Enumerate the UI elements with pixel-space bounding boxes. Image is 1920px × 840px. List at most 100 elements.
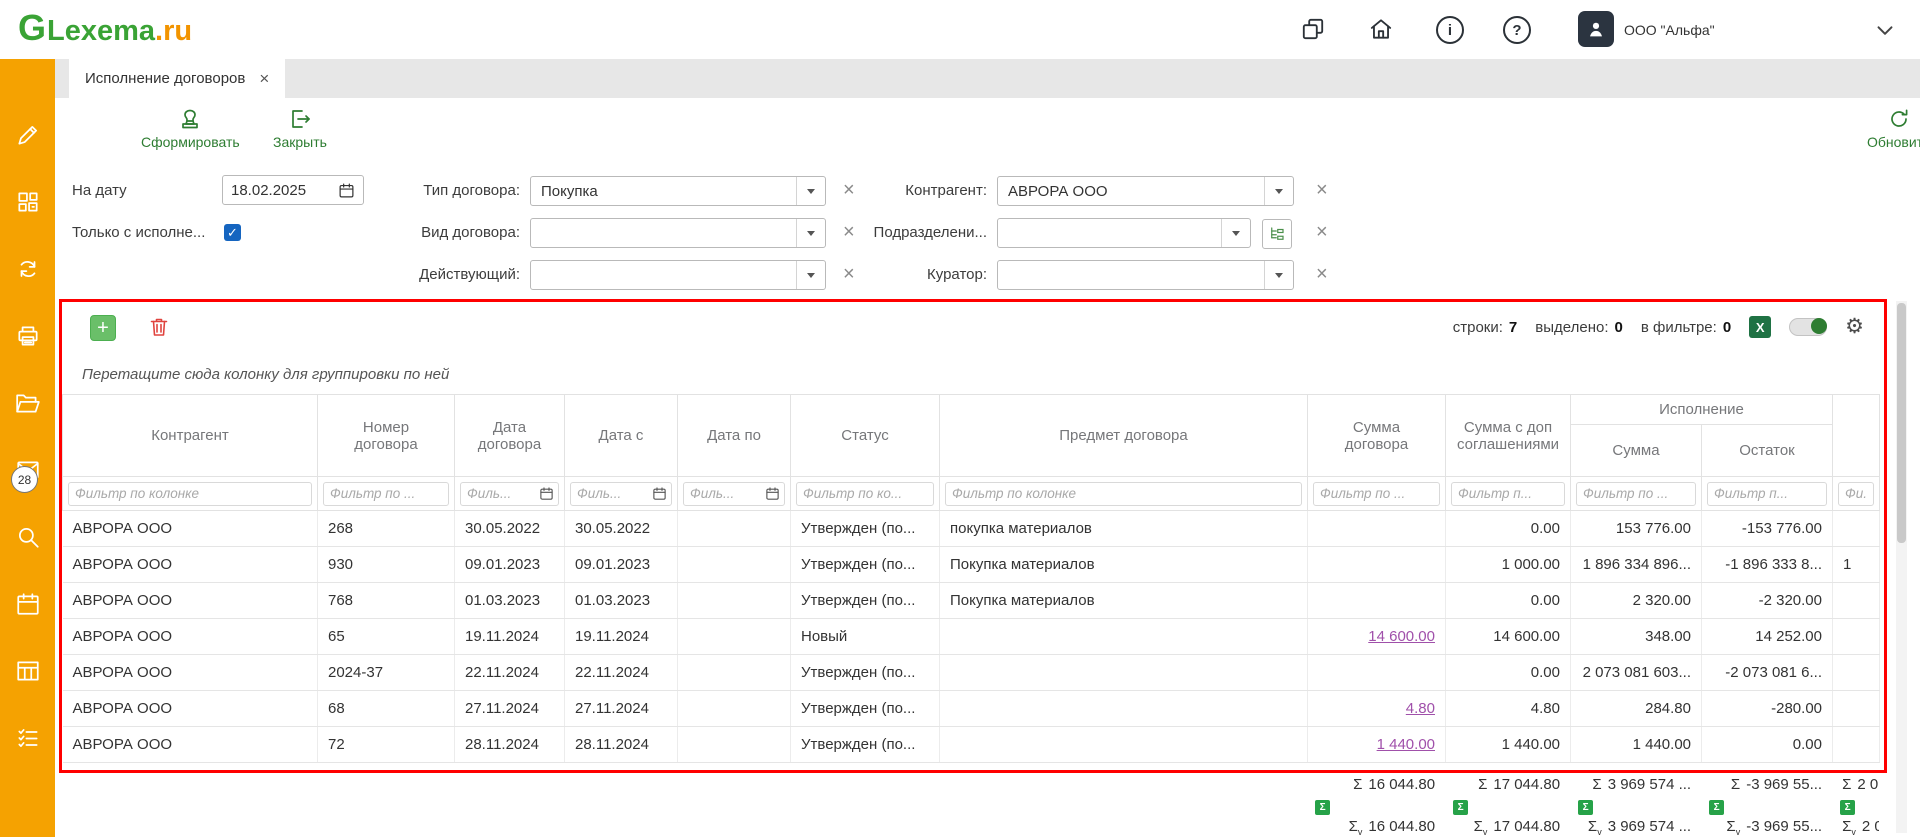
calendar-icon[interactable] (15, 591, 41, 617)
home-icon[interactable] (1368, 16, 1394, 42)
on-date-input[interactable]: 18.02.2025 (222, 175, 364, 205)
cell-amount-link[interactable] (1308, 655, 1446, 691)
modules-icon[interactable] (15, 189, 41, 215)
cell-amount-link[interactable] (1308, 511, 1446, 547)
counterparty-select[interactable]: АВРОРА ООО (997, 176, 1294, 206)
col-header-date-to[interactable]: Дата по (678, 395, 791, 477)
table-row[interactable]: АВРОРА ООО 268 30.05.2022 30.05.2022 Утв… (63, 511, 1880, 547)
filter-input-amount[interactable] (1313, 482, 1440, 506)
generate-button[interactable]: Сформировать (141, 107, 240, 150)
clear-active-button[interactable]: × (843, 259, 855, 289)
filter-input-exec-rest[interactable] (1707, 482, 1827, 506)
tab-contract-execution[interactable]: Исполнение договоров × (69, 59, 285, 98)
folder-icon[interactable] (15, 390, 41, 416)
scrollbar-thumb[interactable] (1897, 303, 1906, 543)
toggle-knob (1811, 318, 1827, 334)
sigma-badge-icon[interactable]: Σ (1840, 800, 1855, 815)
col-header-date-from[interactable]: Дата с (565, 395, 678, 477)
grid-toggle[interactable] (1789, 318, 1827, 336)
cell-amount-link[interactable] (1308, 583, 1446, 619)
col-header-date[interactable]: Дата договора (455, 395, 565, 477)
excel-export-button[interactable]: X (1749, 316, 1771, 338)
filter-input-subject[interactable] (945, 482, 1302, 506)
table-row[interactable]: АВРОРА ООО 68 27.11.2024 27.11.2024 Утве… (63, 691, 1880, 727)
print-icon[interactable] (15, 323, 41, 349)
cell-date: 28.11.2024 (455, 727, 565, 763)
clear-curator-button[interactable]: × (1316, 259, 1328, 289)
table-row[interactable]: АВРОРА ООО 65 19.11.2024 19.11.2024 Новы… (63, 619, 1880, 655)
hierarchy-icon[interactable] (1262, 219, 1292, 249)
sigma-badge-icon[interactable]: Σ (1578, 800, 1593, 815)
company-name[interactable]: ООО "Альфа" (1624, 0, 1715, 59)
table-row[interactable]: АВРОРА ООО 72 28.11.2024 28.11.2024 Утве… (63, 727, 1880, 763)
division-select[interactable] (997, 218, 1251, 248)
clear-counterparty-button[interactable]: × (1316, 175, 1328, 205)
col-header-status[interactable]: Статус (791, 395, 940, 477)
cell-amount-link[interactable]: 1 440.00 (1308, 727, 1446, 763)
totals-panel: Σ16 044.80 Σ17 044.80 Σ3 969 574 ... Σ-3… (62, 772, 1882, 840)
chevron-down-icon[interactable] (1872, 17, 1898, 43)
sigma-badge-icon[interactable]: Σ (1453, 800, 1468, 815)
only-execution-checkbox[interactable]: ✓ (224, 224, 241, 241)
col-header-exec-amount[interactable]: Сумма (1571, 425, 1702, 477)
col-header-exec-rest[interactable]: Остаток (1702, 425, 1833, 477)
refresh-button[interactable]: Обновить (1867, 107, 1920, 150)
col-header-subject[interactable]: Предмет договора (940, 395, 1308, 477)
active-select[interactable] (530, 260, 826, 290)
vertical-scrollbar[interactable] (1896, 301, 1907, 833)
filter-input-number[interactable] (323, 482, 449, 506)
calendar-icon (539, 486, 554, 501)
cell-date: 30.05.2022 (455, 511, 565, 547)
grid-toolbar: + строки:7 выделено:0 в фильтре:0 X ⚙ (62, 302, 1882, 354)
col-header-number[interactable]: Номер договора (318, 395, 455, 477)
tab-close-icon[interactable]: × (259, 70, 269, 87)
table-row[interactable]: АВРОРА ООО 2024-37 22.11.2024 22.11.2024… (63, 655, 1880, 691)
filter-input-exec-amount[interactable] (1576, 482, 1696, 506)
contract-kind-select[interactable] (530, 218, 826, 248)
col-header-amount[interactable]: Сумма договора (1308, 395, 1446, 477)
table-icon[interactable] (15, 658, 41, 684)
sigma-badge-icon[interactable]: Σ (1315, 800, 1330, 815)
cell-amount-link[interactable]: 4.80 (1308, 691, 1446, 727)
clear-division-button[interactable]: × (1316, 217, 1328, 247)
table-row[interactable]: АВРОРА ООО 930 09.01.2023 09.01.2023 Утв… (63, 547, 1880, 583)
user-avatar[interactable] (1578, 11, 1614, 47)
table-row[interactable]: АВРОРА ООО 768 01.03.2023 01.03.2023 Утв… (63, 583, 1880, 619)
cell-number: 65 (318, 619, 455, 655)
tasks-icon[interactable] (15, 725, 41, 751)
filter-input-cut[interactable] (1838, 482, 1874, 506)
col-header-counterparty[interactable]: Контрагент (63, 395, 318, 477)
info-icon[interactable]: i (1436, 16, 1464, 44)
add-row-button[interactable]: + (90, 315, 116, 341)
cell-amount-link[interactable]: 14 600.00 (1308, 619, 1446, 655)
chevron-down-icon (796, 219, 825, 247)
contract-type-value: Покупка (541, 183, 598, 200)
filter-input-amount-extra[interactable] (1451, 482, 1565, 506)
group-panel[interactable]: Перетащите сюда колонку для группировки … (62, 354, 1882, 394)
edit-icon[interactable] (15, 122, 41, 148)
cell-exec-amount: 2 320.00 (1571, 583, 1702, 619)
contract-type-select[interactable]: Покупка (530, 176, 826, 206)
help-icon[interactable]: ? (1503, 16, 1531, 44)
windows-switch-icon[interactable] (1300, 16, 1326, 42)
search-icon[interactable] (15, 524, 41, 550)
curator-select[interactable] (997, 260, 1294, 290)
filter-input-counterparty[interactable] (68, 482, 312, 506)
delete-row-button[interactable] (147, 315, 173, 341)
close-button[interactable]: Закрыть (273, 107, 327, 150)
filter-input-status[interactable] (796, 482, 934, 506)
check-icon: ✓ (227, 225, 238, 241)
sync-icon[interactable] (15, 256, 41, 282)
refresh-icon (1887, 107, 1911, 131)
clear-contract-type-button[interactable]: × (843, 175, 855, 205)
col-header-amount-extra[interactable]: Сумма с доп соглашениями (1446, 395, 1571, 477)
cell-number: 930 (318, 547, 455, 583)
clear-contract-kind-button[interactable]: × (843, 217, 855, 247)
gear-icon[interactable]: ⚙ (1845, 316, 1864, 338)
total-amount: Σ16 044.80 (1307, 772, 1445, 797)
cell-amount-link[interactable] (1308, 547, 1446, 583)
total2-amount: Σv16 044.80 (1307, 815, 1445, 840)
cell-date-from: 27.11.2024 (565, 691, 678, 727)
sigma-badge-icon[interactable]: Σ (1709, 800, 1724, 815)
col-header-cut[interactable] (1833, 395, 1880, 477)
